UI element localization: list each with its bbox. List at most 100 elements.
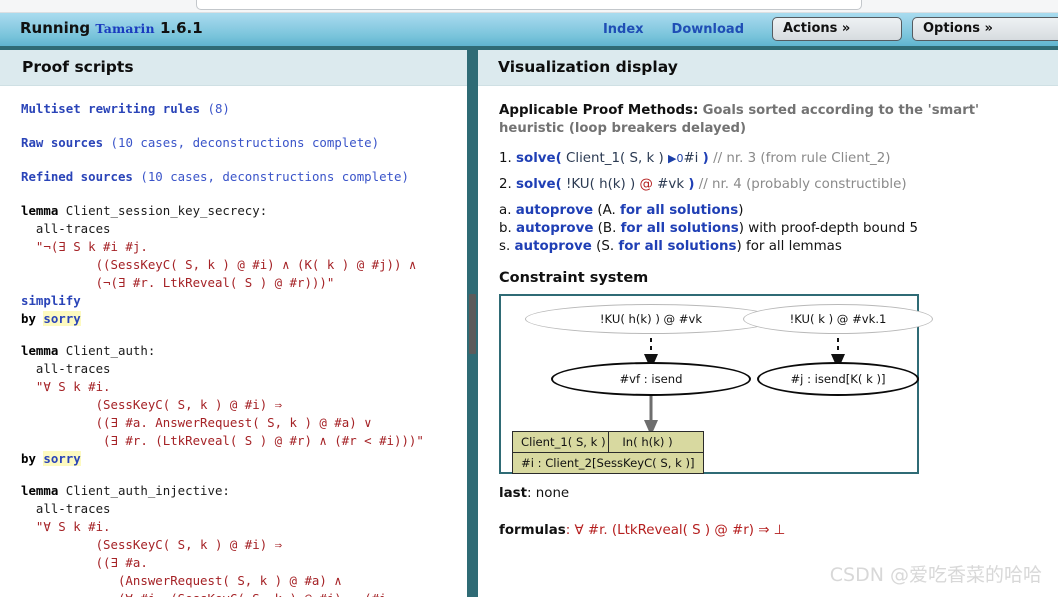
lemma-body-line: (∀ #j. (SessKeyC( S, k ) @ #j) ⇒ (#i = — [21, 591, 401, 597]
tactic-by: by — [21, 310, 44, 326]
lemma-keyword: lemma — [21, 342, 59, 358]
header-nav: Index Download Actions » Options » — [603, 17, 1058, 41]
lemma-body-line: "¬(∃ S k #i #j. — [21, 238, 148, 254]
panel-divider-scrollbar[interactable] — [467, 46, 478, 597]
proof-method-2[interactable]: 2. solve( !KU( h(k) ) @ #vk ) // nr. 4 (… — [499, 177, 1058, 192]
graph-node-label: #j : isend[K( k )] — [790, 372, 886, 387]
source-item-multiset[interactable]: Multiset rewriting rules (8) — [21, 100, 467, 118]
method-comment: // nr. 3 (from rule Client_2) — [713, 151, 891, 167]
scrollbar-thumb[interactable] — [469, 294, 476, 354]
actions-button[interactable]: Actions » — [772, 17, 902, 41]
tool-version: 1.6.1 — [159, 19, 203, 37]
method-close-paren: ) — [702, 151, 709, 167]
method-index: 1. — [499, 151, 512, 167]
rule-conclusion[interactable]: #i : Client_2[SessKeyC( S, k )] — [513, 452, 703, 473]
autoprove-index: s. — [499, 239, 511, 255]
lemma-body-line: ((∃ #a. — [21, 554, 148, 570]
applicable-proof-methods: Applicable Proof Methods: Goals sorted a… — [499, 102, 1044, 137]
lemma-body-line: (SessKeyC( S, k ) @ #i) ⇒ — [21, 536, 283, 552]
app-title: Running Tamarin 1.6.1 — [20, 19, 203, 37]
autoprove-paren-close: ) — [738, 203, 744, 219]
lemma-quantifier: all-traces — [21, 220, 111, 236]
lemma-name: Client_auth: — [58, 342, 156, 358]
lemma-quantifier: all-traces — [21, 360, 111, 376]
rule-premise-0[interactable]: Client_1( S, k ) — [513, 432, 609, 453]
formulas-label: formulas — [499, 523, 566, 539]
method-comment: // nr. 4 (probably constructible) — [698, 177, 907, 193]
tactic-simplify[interactable]: simplify — [21, 293, 81, 308]
autoprove-paren-open: (S. — [591, 239, 619, 255]
lemma-block: lemma Client_session_key_secrecy: all-tr… — [21, 202, 467, 328]
lemma-body-line: (SessKeyC( S, k ) @ #i) ⇒ — [21, 396, 283, 412]
autoprove-s[interactable]: s. autoprove (S. for all solutions) for … — [499, 239, 1058, 254]
rule-premises-row: Client_1( S, k ) In( h(k) ) — [513, 432, 703, 453]
autoprove-command[interactable]: autoprove — [516, 221, 593, 236]
autoprove-command[interactable]: autoprove — [516, 203, 593, 218]
autoprove-b[interactable]: b. autoprove (B. for all solutions) with… — [499, 221, 1058, 236]
graph-node-ku-hk[interactable]: !KU( h(k) ) @ #vk — [525, 304, 777, 335]
method-target: Client_1( S, k ) — [561, 151, 664, 167]
method-action-solve[interactable]: solve( — [516, 151, 562, 166]
lemma-body-line: (¬(∃ #r. LtkReveal( S ) @ #r)))" — [21, 274, 335, 290]
autoprove-paren-open: (B. — [593, 221, 621, 237]
method-target: !KU( h(k) ) — [561, 177, 636, 193]
autoprove-link[interactable]: for all solutions — [618, 239, 736, 254]
lemma-block: lemma Client_auth: all-traces "∀ S k #i.… — [21, 342, 467, 468]
at-symbol-icon: @ — [639, 177, 653, 193]
options-button[interactable]: Options » — [912, 17, 1058, 41]
autoprove-link[interactable]: for all solutions — [621, 221, 739, 236]
app-header: Running Tamarin 1.6.1 Index Download Act… — [0, 13, 1058, 50]
lemma-quantifier: all-traces — [21, 500, 111, 516]
source-meta-refined: (10 cases, deconstructions complete) — [140, 168, 409, 184]
source-item-raw[interactable]: Raw sources (10 cases, deconstructions c… — [21, 134, 467, 152]
graph-node-ku-k[interactable]: !KU( k ) @ #vk.1 — [743, 304, 933, 335]
autoprove-suffix: for all lemmas — [741, 239, 842, 255]
rule-premise-1[interactable]: In( h(k) ) — [609, 432, 686, 452]
last-label: last — [499, 486, 527, 502]
last-row: last: none — [499, 486, 1058, 501]
constraint-system-graph[interactable]: !KU( h(k) ) @ #vk !KU( k ) @ #vk.1 #vf :… — [499, 294, 933, 475]
browser-url-bar[interactable] — [196, 0, 862, 10]
method-action-solve[interactable]: solve( — [516, 177, 562, 192]
browser-chrome-strip — [0, 0, 1058, 13]
source-link-raw[interactable]: Raw sources — [21, 135, 103, 150]
autoprove-command[interactable]: autoprove — [515, 239, 592, 254]
graph-node-vf-isend[interactable]: #vf : isend — [551, 362, 751, 397]
index-link[interactable]: Index — [603, 22, 644, 37]
tactic-sorry[interactable]: sorry — [43, 450, 81, 466]
visualization-body: Applicable Proof Methods: Goals sorted a… — [478, 86, 1058, 538]
lemma-body-line: ((∃ #a. AnswerRequest( S, k ) @ #a) ∨ — [21, 414, 372, 430]
source-link-refined[interactable]: Refined sources — [21, 169, 133, 184]
method-close-paren: ) — [688, 177, 695, 193]
last-value: : none — [527, 486, 570, 502]
lemma-body-line: "∀ S k #i. — [21, 378, 111, 394]
tactic-sorry[interactable]: sorry — [43, 310, 81, 326]
constraint-system-title: Constraint system — [499, 270, 649, 287]
source-link-multiset[interactable]: Multiset rewriting rules — [21, 101, 200, 116]
lemma-body-line: (AnswerRequest( S, k ) @ #a) ∧ — [21, 572, 342, 588]
graph-node-label: #vf : isend — [619, 372, 683, 387]
source-item-refined[interactable]: Refined sources (10 cases, deconstructio… — [21, 168, 467, 186]
proof-scripts-title: Proof scripts — [0, 50, 467, 86]
graph-node-j-isend[interactable]: #j : isend[K( k )] — [757, 362, 919, 397]
autoprove-index: b. — [499, 221, 512, 237]
proof-method-1[interactable]: 1. solve( Client_1( S, k ) ▶0#i ) // nr.… — [499, 151, 1058, 166]
formulas-value: : ∀ #r. (LtkReveal( S ) @ #r) ⇒ ⊥ — [565, 523, 786, 539]
lemma-block: lemma Client_auth_injective: all-traces … — [21, 482, 467, 597]
premise-marker-icon: ▶0 — [667, 152, 684, 166]
autoprove-a[interactable]: a. autoprove (A. for all solutions) — [499, 203, 1058, 218]
autoprove-index: a. — [499, 203, 512, 219]
autoprove-paren-open: (A. — [593, 203, 621, 219]
page-root: Running Tamarin 1.6.1 Index Download Act… — [0, 0, 1058, 597]
applicable-proof-methods-label: Applicable Proof Methods: — [499, 103, 699, 118]
formulas-row: formulas: ∀ #r. (LtkReveal( S ) @ #r) ⇒ … — [499, 523, 1058, 538]
method-index: 2. — [499, 177, 512, 193]
autoprove-suffix: with proof-depth bound 5 — [743, 221, 918, 237]
lemma-name: Client_session_key_secrecy: — [58, 202, 268, 218]
autoprove-link[interactable]: for all solutions — [620, 203, 738, 218]
source-meta-multiset: (8) — [207, 101, 230, 116]
lemma-name: Client_auth_injective: — [58, 482, 230, 498]
proof-scripts-body: Multiset rewriting rules (8) Raw sources… — [0, 86, 467, 597]
graph-node-rule-client2[interactable]: Client_1( S, k ) In( h(k) ) #i : Client_… — [512, 431, 704, 475]
download-link[interactable]: Download — [672, 22, 744, 37]
